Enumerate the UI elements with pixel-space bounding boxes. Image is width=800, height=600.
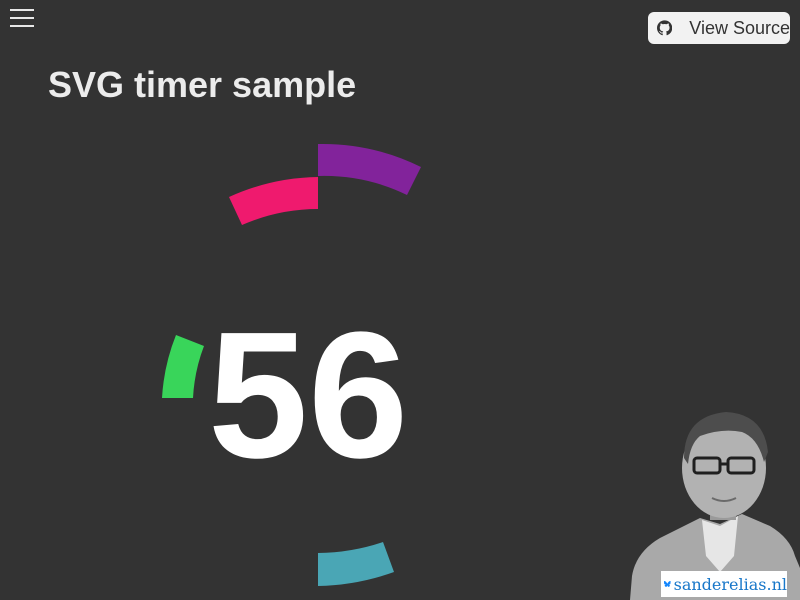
timer-segment-teal	[318, 542, 394, 586]
timer-segment-pink	[229, 177, 318, 225]
brand-text: sanderelias.nl	[673, 574, 787, 594]
brand-link[interactable]: sanderelias.nl	[661, 571, 787, 597]
timer-value: 56	[208, 295, 409, 496]
timer-segment-green	[162, 335, 204, 398]
butterfly-icon	[664, 580, 671, 587]
page: View Source SVG timer sample 56 sanderel…	[0, 0, 800, 600]
timer-segment-purple	[318, 143, 421, 195]
